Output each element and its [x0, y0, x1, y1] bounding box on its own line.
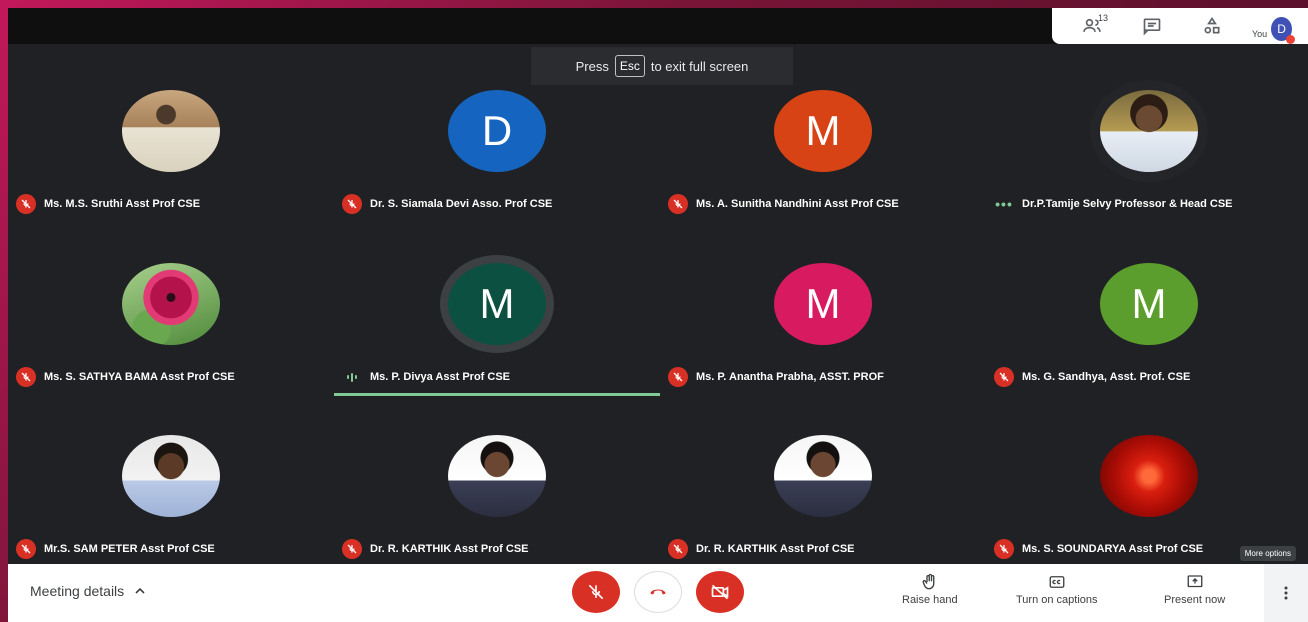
participant-name: Dr. R. KARTHIK Asst Prof CSE: [696, 543, 855, 555]
bottom-bar: Meeting details Raise hand Turn on capti…: [8, 564, 1308, 622]
camera-toggle-button[interactable]: [696, 571, 744, 613]
more-options-button[interactable]: [1264, 564, 1308, 622]
participant-photo: [1100, 435, 1198, 517]
participant-tile[interactable]: Ms. M.S. Sruthi Asst Prof CSE: [8, 90, 334, 255]
people-count: 13: [1098, 13, 1109, 23]
chat-button[interactable]: [1132, 11, 1172, 41]
mic-off-icon: [342, 539, 362, 559]
participant-name-row: Ms. G. Sandhya, Asst. Prof. CSE: [994, 367, 1190, 387]
participant-name-row: Dr. R. KARTHIK Asst Prof CSE: [668, 539, 855, 559]
participant-initial-avatar: M: [1100, 263, 1198, 345]
participant-photo: [448, 435, 546, 517]
mic-off-icon: [994, 539, 1014, 559]
participant-tile[interactable]: M Ms. A. Sunitha Nandhini Asst Prof CSE: [660, 90, 986, 255]
participant-photo: [122, 263, 220, 345]
participant-name: Ms. G. Sandhya, Asst. Prof. CSE: [1022, 371, 1191, 383]
participant-name: Dr. R. KARTHIK Asst Prof CSE: [370, 543, 529, 555]
participant-name-row: Ms. M.S. Sruthi Asst Prof CSE: [16, 194, 200, 214]
active-speaker-bar: [334, 393, 660, 396]
mic-off-icon: [16, 539, 36, 559]
participant-photo: [122, 90, 220, 172]
participant-name-row: Dr. R. KARTHIK Asst Prof CSE: [342, 539, 529, 559]
camera-off-icon: [711, 584, 729, 600]
participant-name-row: ••• Dr.P.Tamije Selvy Professor & Head C…: [994, 194, 1233, 214]
captions-button[interactable]: Turn on captions: [1016, 573, 1098, 606]
mic-off-icon: [588, 584, 604, 600]
participant-name: Ms. A. Sunitha Nandhini Asst Prof CSE: [696, 198, 899, 210]
participant-name: Ms. S. SOUNDARYA Asst Prof CSE: [1022, 543, 1204, 555]
people-button[interactable]: 13: [1072, 11, 1112, 41]
esc-key: Esc: [614, 55, 645, 77]
participant-name: Ms. M.S. Sruthi Asst Prof CSE: [44, 198, 201, 210]
leave-call-button[interactable]: [634, 571, 682, 613]
more-vert-icon: [1284, 586, 1288, 600]
mic-off-icon: [994, 367, 1014, 387]
participant-tile[interactable]: M Ms. G. Sandhya, Asst. Prof. CSE: [986, 263, 1308, 428]
chat-icon: [1143, 18, 1161, 36]
participant-initial-avatar: M: [448, 263, 546, 345]
self-muted-badge: [1286, 35, 1295, 44]
self-view[interactable]: You D: [1252, 11, 1295, 44]
mic-off-icon: [668, 367, 688, 387]
participant-name-row: Ms. P. Divya Asst Prof CSE: [342, 367, 510, 387]
speaking-indicator-icon: [342, 372, 362, 382]
mic-off-icon: [668, 539, 688, 559]
meet-window: 13 You D Press Esc to exit full screen M…: [8, 8, 1308, 622]
present-now-button[interactable]: Present now: [1164, 573, 1225, 606]
microphone-toggle-button[interactable]: [572, 571, 620, 613]
participant-tile[interactable]: D Dr. S. Siamala Devi Asso. Prof CSE: [334, 90, 660, 255]
participant-tile[interactable]: ••• Dr.P.Tamije Selvy Professor & Head C…: [986, 90, 1308, 255]
hang-up-icon: [650, 589, 666, 595]
top-right-panel: 13 You D: [1052, 8, 1308, 44]
participant-photo: [122, 435, 220, 517]
participant-name-row: Ms. S. SATHYA BAMA Asst Prof CSE: [16, 367, 235, 387]
activities-button[interactable]: [1192, 11, 1232, 41]
participant-initial-avatar: M: [774, 263, 872, 345]
meeting-details-button[interactable]: Meeting details: [30, 583, 146, 599]
raise-hand-label: Raise hand: [902, 594, 958, 606]
you-label: You: [1252, 29, 1268, 39]
exit-fullscreen-toast: Press Esc to exit full screen: [531, 47, 793, 85]
participant-name: Ms. P. Divya Asst Prof CSE: [370, 371, 510, 383]
more-dots-icon: •••: [995, 196, 1013, 212]
captions-icon: [1049, 576, 1065, 588]
hand-icon: [922, 573, 935, 590]
toast-press: Press: [575, 58, 609, 74]
mic-off-icon: [668, 194, 688, 214]
participant-initial-avatar: M: [774, 90, 872, 172]
present-icon: [1187, 575, 1203, 588]
participant-name-row: Dr. S. Siamala Devi Asso. Prof CSE: [342, 194, 552, 214]
participant-name-row: Ms. P. Anantha Prabha, ASST. PROF: [668, 367, 884, 387]
participant-tile[interactable]: M Ms. P. Anantha Prabha, ASST. PROF: [660, 263, 986, 428]
captions-label: Turn on captions: [1016, 594, 1098, 606]
activities-icon: [1204, 16, 1220, 34]
chevron-up-icon: [135, 587, 145, 594]
participant-name: Ms. P. Anantha Prabha, ASST. PROF: [696, 371, 884, 383]
participant-name: Dr. S. Siamala Devi Asso. Prof CSE: [370, 198, 553, 210]
mic-off-icon: [16, 367, 36, 387]
toast-rest: to exit full screen: [650, 58, 749, 74]
participant-name-row: Mr.S. SAM PETER Asst Prof CSE: [16, 539, 215, 559]
participant-name: Mr.S. SAM PETER Asst Prof CSE: [44, 543, 215, 555]
participant-tile[interactable]: Ms. S. SATHYA BAMA Asst Prof CSE: [8, 263, 334, 428]
participant-photo: [1100, 90, 1198, 172]
meeting-details-label: Meeting details: [30, 583, 125, 599]
present-now-label: Present now: [1164, 594, 1226, 606]
participant-name-row: Ms. A. Sunitha Nandhini Asst Prof CSE: [668, 194, 899, 214]
participant-name: Dr.P.Tamije Selvy Professor & Head CSE: [1022, 198, 1233, 210]
participant-photo: [774, 435, 872, 517]
participant-name: Ms. S. SATHYA BAMA Asst Prof CSE: [44, 371, 235, 383]
mic-off-icon: [16, 194, 36, 214]
mic-off-icon: [342, 194, 362, 214]
more-options-tooltip: More options: [1239, 546, 1296, 561]
participant-name-row: Ms. S. SOUNDARYA Asst Prof CSE: [994, 539, 1203, 559]
participant-initial-avatar: D: [448, 90, 546, 172]
participant-tile[interactable]: M Ms. P. Divya Asst Prof CSE: [334, 263, 660, 428]
raise-hand-button[interactable]: Raise hand: [902, 573, 958, 606]
